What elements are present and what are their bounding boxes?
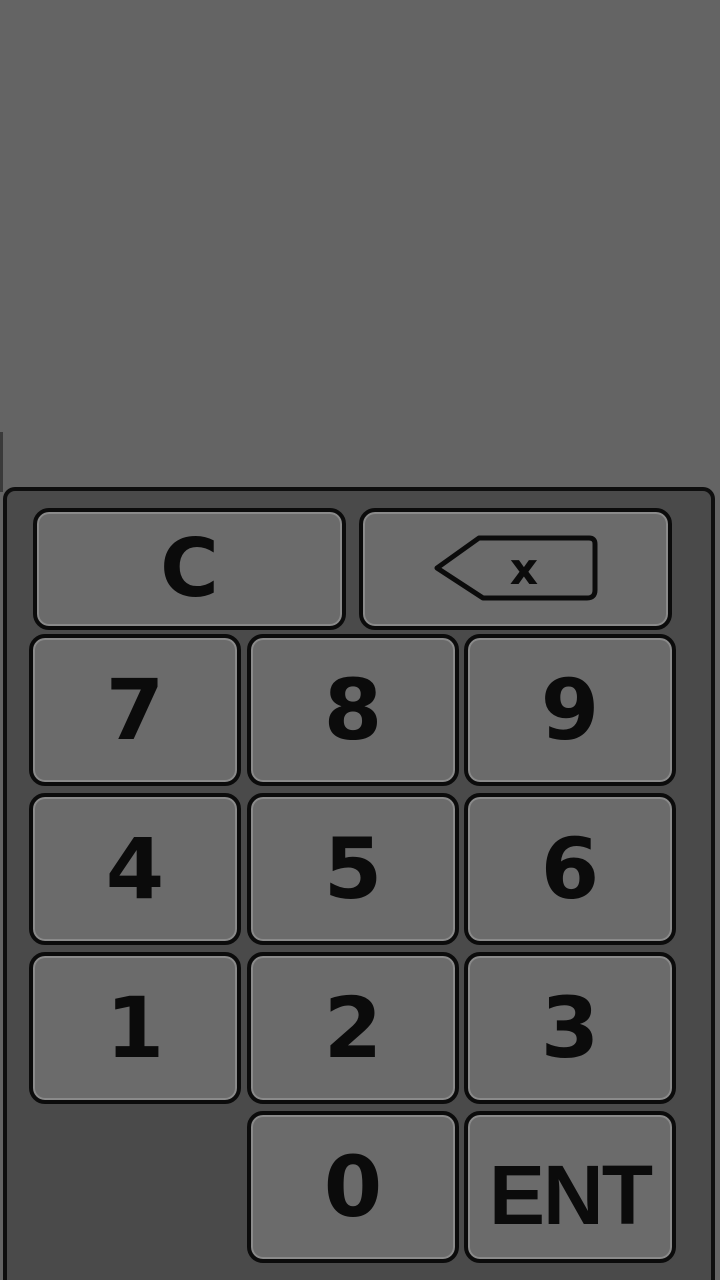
backspace-glyph: x [509,544,537,595]
numeric-keypad: C x 7 8 9 4 5 6 1 2 3 0 ENT [3,487,715,1280]
key-5[interactable]: 5 [247,793,459,945]
key-1[interactable]: 1 [29,952,241,1104]
backspace-x-icon: x [431,532,601,606]
key-7[interactable]: 7 [29,634,241,786]
key-2-label: 2 [323,979,383,1077]
key-8[interactable]: 8 [247,634,459,786]
clear-button-label: C [160,522,219,615]
key-7-label: 7 [105,661,165,759]
key-1-label: 1 [105,979,165,1077]
left-edge-divider [0,432,3,492]
key-4[interactable]: 4 [29,793,241,945]
key-8-label: 8 [323,661,383,759]
key-6-label: 6 [540,820,600,918]
key-3[interactable]: 3 [464,952,676,1104]
key-5-label: 5 [323,820,383,918]
screen: C x 7 8 9 4 5 6 1 2 3 0 ENT [0,0,720,1280]
key-9-label: 9 [540,661,600,759]
key-4-label: 4 [105,820,165,918]
backspace-button[interactable]: x [359,508,672,630]
key-9[interactable]: 9 [464,634,676,786]
enter-button[interactable]: ENT [464,1111,676,1263]
enter-button-label: ENT [489,1148,653,1242]
key-2[interactable]: 2 [247,952,459,1104]
clear-button[interactable]: C [33,508,346,630]
key-3-label: 3 [540,979,600,1077]
key-6[interactable]: 6 [464,793,676,945]
key-0[interactable]: 0 [247,1111,459,1263]
key-0-label: 0 [323,1138,383,1236]
